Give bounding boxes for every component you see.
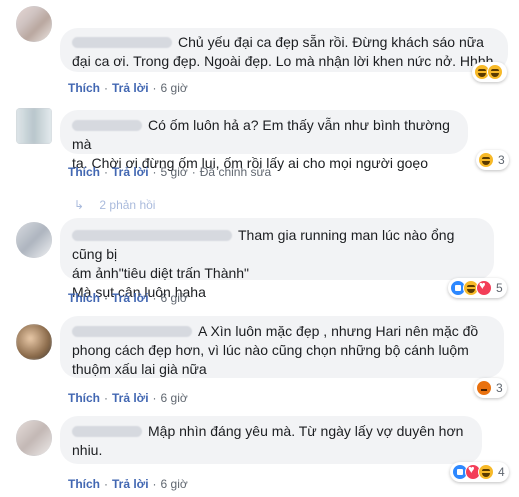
timestamp[interactable]: 6 giờ [161, 291, 188, 305]
replies-count: 2 phản hồi [99, 198, 156, 212]
like-link[interactable]: Thích [68, 391, 100, 405]
avatar[interactable] [16, 222, 52, 258]
timestamp[interactable]: 6 giờ [161, 391, 188, 405]
reaction-summary[interactable] [472, 62, 507, 82]
like-link[interactable]: Thích [68, 291, 100, 305]
comment-actions: Thích · Trả lời · 6 giờ [68, 391, 188, 405]
reaction-count: 3 [496, 381, 503, 395]
reply-link[interactable]: Trả lời [112, 165, 149, 179]
haha-icon [478, 152, 494, 168]
timestamp[interactable]: 6 giờ [161, 81, 188, 95]
comment-actions: Thích · Trả lời · 5 giờ · Đã chỉnh sửa [68, 165, 272, 179]
reply-link[interactable]: Trả lời [112, 81, 149, 95]
comment-actions: Thích · Trả lời · 6 giờ [68, 81, 188, 95]
avatar[interactable] [16, 420, 52, 456]
like-link[interactable]: Thích [68, 81, 100, 95]
comment-bubble: Tham gia running man lúc nào ổng cũng bị… [60, 218, 494, 300]
love-icon [476, 280, 492, 296]
reaction-count: 5 [496, 281, 503, 295]
haha-icon [487, 64, 503, 80]
reply-link[interactable]: Trả lời [112, 291, 149, 305]
comment-actions: Thích · Trả lời · 6 giờ [68, 477, 188, 491]
view-replies-link[interactable]: ↳ 2 phản hồi [74, 198, 155, 212]
comment-actions: Thích · Trả lời · 6 giờ [68, 291, 188, 305]
comment-bubble: A Xìn luôn mặc đẹp , nhưng Hari nên mặc … [60, 316, 504, 378]
reaction-count: 3 [498, 153, 505, 167]
author-name[interactable] [72, 37, 172, 49]
author-name[interactable] [72, 426, 142, 438]
author-name[interactable] [72, 326, 192, 338]
edited-label[interactable]: Đã chỉnh sửa [200, 165, 271, 179]
timestamp[interactable]: 6 giờ [161, 477, 188, 491]
reaction-summary[interactable]: 5 [448, 278, 507, 298]
avatar[interactable] [16, 6, 52, 42]
reaction-summary[interactable]: 4 [450, 462, 509, 482]
like-link[interactable]: Thích [68, 165, 100, 179]
reply-link[interactable]: Trả lời [112, 391, 149, 405]
author-name[interactable] [72, 230, 232, 242]
comment-bubble: Chủ yếu đại ca đẹp sẵn rồi. Đừng khách s… [60, 28, 508, 72]
avatar[interactable] [16, 324, 52, 360]
timestamp[interactable]: 5 giờ [161, 165, 188, 179]
avatar[interactable] [16, 108, 52, 144]
reply-arrow-icon: ↳ [74, 198, 85, 212]
comment-bubble: Mập nhìn đáng yêu mà. Từ ngày lấy vợ duy… [60, 416, 482, 464]
comment-bubble: Có ốm luôn hả a? Em thấy vẫn như bình th… [60, 110, 468, 171]
angry-icon [476, 380, 492, 396]
reply-link[interactable]: Trả lời [112, 477, 149, 491]
reaction-summary[interactable]: 3 [476, 150, 509, 170]
author-name[interactable] [72, 120, 142, 132]
haha-icon [478, 464, 494, 480]
reaction-summary[interactable]: 3 [474, 378, 507, 398]
reaction-count: 4 [498, 465, 505, 479]
like-link[interactable]: Thích [68, 477, 100, 491]
